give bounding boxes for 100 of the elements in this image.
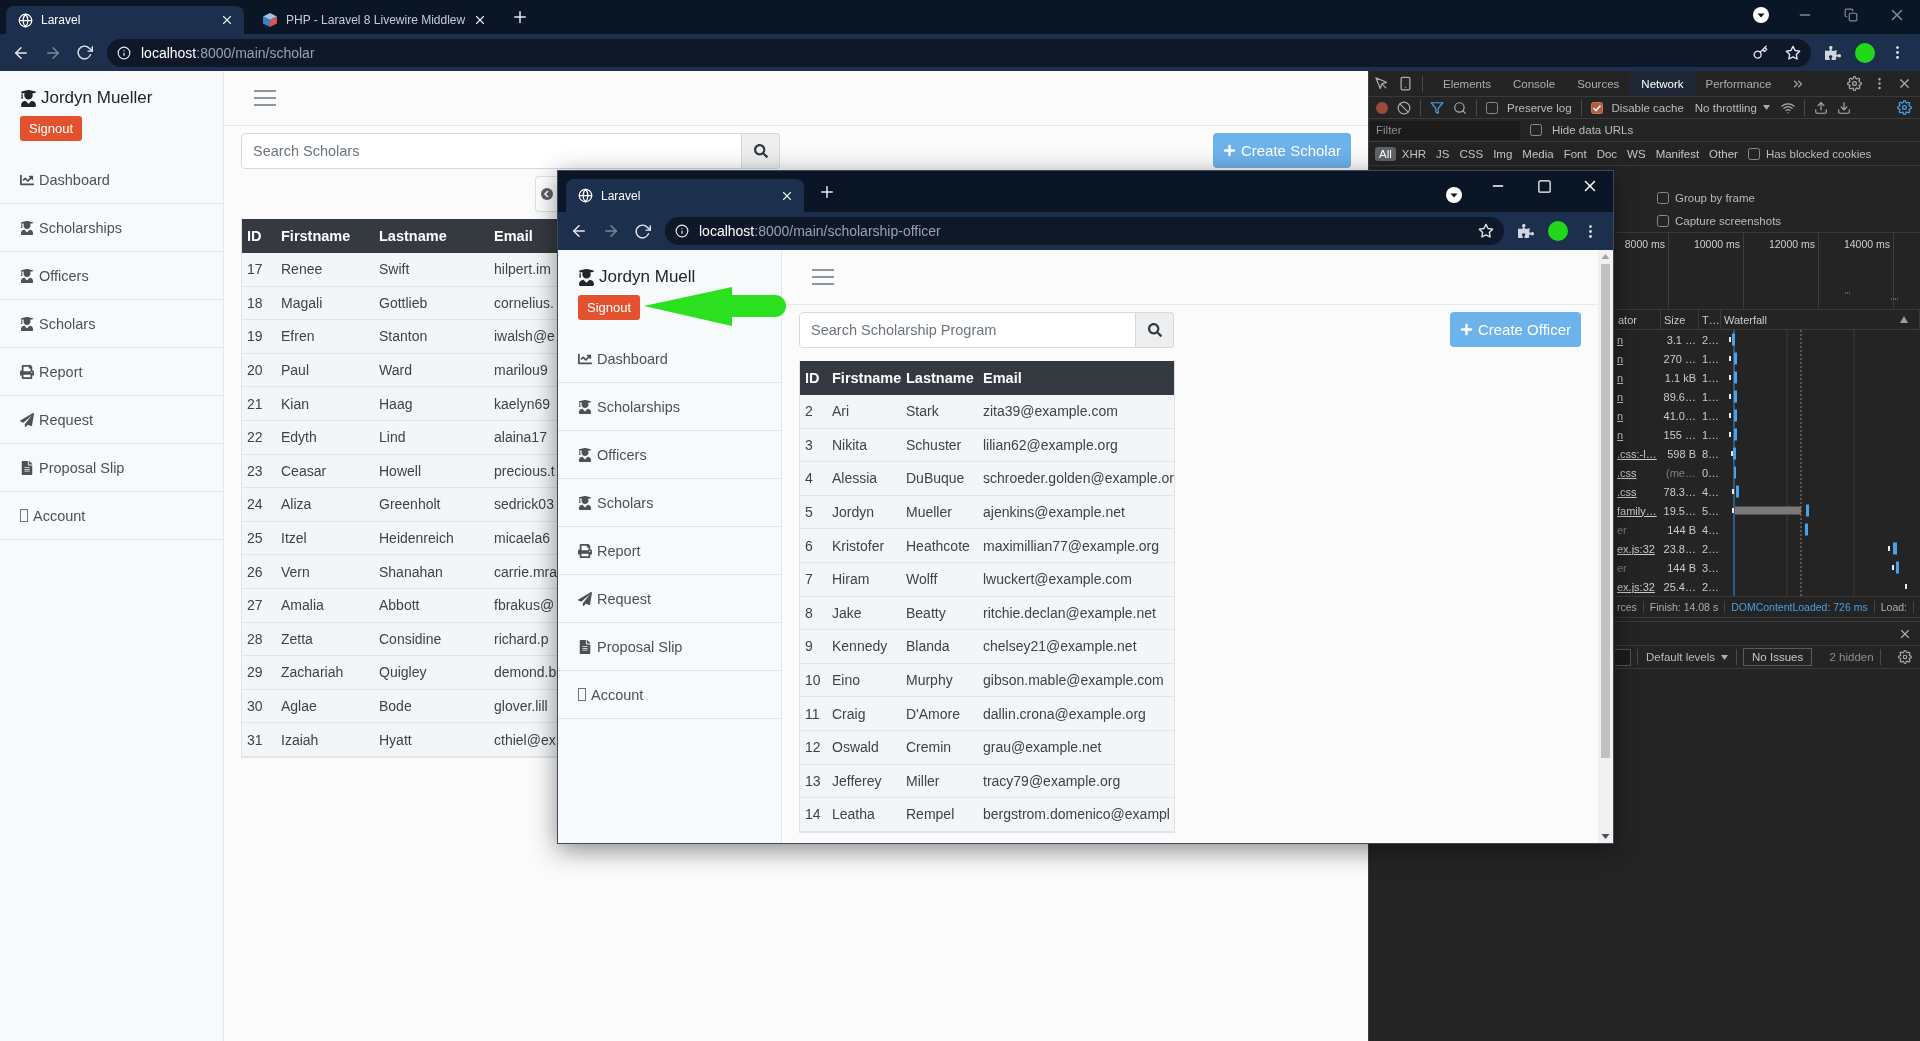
nav-link[interactable]: Scholarships	[558, 383, 781, 431]
type-filter[interactable]: Media	[1518, 146, 1558, 161]
nav-link[interactable]: Request	[558, 575, 781, 623]
checkbox[interactable]	[1530, 124, 1542, 136]
initiator-link[interactable]: n	[1617, 390, 1624, 403]
dropdown-circle-icon[interactable]	[1446, 187, 1462, 203]
nav-link[interactable]: Report	[0, 348, 223, 396]
checkbox[interactable]	[1747, 147, 1760, 160]
checkbox[interactable]	[1486, 101, 1498, 114]
type-filter[interactable]: XHR	[1397, 146, 1431, 161]
page-button[interactable]	[535, 176, 557, 212]
close-icon[interactable]	[1897, 76, 1912, 91]
filter-field[interactable]	[1615, 648, 1631, 666]
column-header[interactable]: Size	[1664, 313, 1686, 326]
type-filter[interactable]: JS	[1432, 146, 1454, 161]
initiator-link[interactable]: .css	[1617, 466, 1637, 479]
type-filter[interactable]: Manifest	[1651, 146, 1704, 161]
initiator-link[interactable]: family…	[1617, 504, 1657, 517]
throttling-dropdown[interactable]: No throttling	[1692, 101, 1772, 114]
nav-link[interactable]: Proposal Slip	[558, 623, 781, 671]
initiator-link[interactable]: n	[1617, 428, 1624, 441]
star-icon[interactable]	[1478, 223, 1494, 239]
checkbox[interactable]	[1657, 214, 1669, 227]
nav-link[interactable]: Dashboard	[0, 156, 223, 204]
reload-icon[interactable]	[76, 44, 93, 61]
devtools-tab[interactable]: Console	[1501, 71, 1567, 96]
nav-link[interactable]: Account	[558, 671, 781, 719]
type-filter[interactable]: Other	[1705, 146, 1742, 161]
signout-button[interactable]: Signout	[578, 295, 641, 320]
column-header[interactable]: ator	[1618, 313, 1637, 326]
initiator-link[interactable]: n	[1617, 409, 1624, 422]
type-filter[interactable]: CSS	[1455, 146, 1488, 161]
initiator-link[interactable]: .css:-l…	[1617, 447, 1657, 460]
devtools-tab[interactable]: Elements	[1432, 71, 1502, 96]
browser-tab[interactable]: Laravel	[6, 6, 244, 34]
back-icon[interactable]	[570, 222, 588, 240]
address-bar[interactable]: localhost:8000/main/scholar	[107, 38, 1811, 67]
reload-icon[interactable]	[634, 222, 651, 240]
download-icon[interactable]	[1836, 100, 1851, 115]
scrollbar[interactable]	[1598, 250, 1613, 843]
settings-icon[interactable]	[1898, 650, 1912, 664]
nav-link[interactable]: Dashboard	[558, 335, 781, 383]
devtools-tab[interactable]: Sources	[1566, 71, 1631, 96]
triangle-icon[interactable]	[1900, 316, 1908, 323]
funnel-icon[interactable]	[1430, 100, 1444, 115]
type-filter[interactable]: WS	[1623, 146, 1650, 161]
nav-link[interactable]: Report	[558, 527, 781, 575]
checkbox[interactable]	[1590, 101, 1603, 114]
menu-icon[interactable]	[254, 90, 276, 106]
type-filter[interactable]: All	[1375, 146, 1396, 161]
signout-button[interactable]: Signout	[20, 116, 83, 141]
issues-button[interactable]: No Issues	[1743, 648, 1813, 666]
search-field[interactable]: Search Scholars	[241, 133, 742, 169]
nav-link[interactable]: Proposal Slip	[0, 444, 223, 492]
restore-icon[interactable]	[1844, 8, 1858, 22]
dot-icon[interactable]	[1376, 101, 1388, 114]
puzzle-icon[interactable]	[1825, 44, 1841, 61]
nav-link[interactable]: Scholars	[558, 479, 781, 527]
initiator-link[interactable]: ex.js:32	[1617, 580, 1655, 593]
wifi-icon[interactable]	[1780, 100, 1795, 115]
star-icon[interactable]	[1785, 44, 1801, 61]
column-header[interactable]: Waterfall	[1724, 313, 1767, 326]
forward-icon[interactable]	[602, 222, 620, 240]
type-filter[interactable]: Doc	[1592, 146, 1622, 161]
upload-icon[interactable]	[1813, 100, 1828, 115]
initiator-link[interactable]: n	[1617, 371, 1624, 384]
settings-icon[interactable]	[1897, 100, 1912, 115]
initiator-link[interactable]: ex.js:32	[1617, 542, 1655, 555]
search-button[interactable]	[742, 133, 780, 169]
devtools-tab[interactable]: Performance	[1694, 71, 1783, 96]
nav-link[interactable]: Officers	[0, 252, 223, 300]
devtools-tab[interactable]: Network	[1630, 71, 1695, 96]
address-bar[interactable]: localhost:8000/main/scholarship-officer	[665, 217, 1504, 245]
info-icon[interactable]	[117, 45, 131, 60]
avatar-icon[interactable]	[1548, 221, 1568, 241]
levels-dropdown[interactable]: Default levels	[1644, 651, 1731, 663]
search-button[interactable]	[1136, 312, 1174, 348]
nav-link[interactable]: Request	[0, 396, 223, 444]
info-icon[interactable]	[675, 224, 689, 238]
browser-tab[interactable]: Laravel	[566, 179, 804, 212]
maximize-icon[interactable]	[1536, 178, 1552, 194]
ban-icon[interactable]	[1397, 100, 1411, 115]
phone-icon[interactable]	[1398, 76, 1413, 91]
filter-field[interactable]: Filter	[1370, 120, 1520, 140]
browser-tab[interactable]: PHP - Laravel 8 Livewire Middlew	[250, 6, 498, 34]
initiator-link[interactable]: .css	[1617, 485, 1637, 498]
cursor-icon[interactable]	[1374, 76, 1389, 91]
nav-link[interactable]: Scholars	[0, 300, 223, 348]
type-filter[interactable]: Img	[1489, 146, 1517, 161]
nav-link[interactable]: Officers	[558, 431, 781, 479]
close-icon[interactable]	[220, 13, 234, 27]
avatar-icon[interactable]	[1855, 42, 1875, 63]
settings-icon[interactable]	[1847, 76, 1862, 91]
search-icon[interactable]	[1453, 100, 1467, 115]
type-filter[interactable]: Font	[1559, 146, 1591, 161]
nav-link[interactable]: Scholarships	[0, 204, 223, 252]
dropdown-circle-icon[interactable]	[1753, 7, 1769, 23]
search-field[interactable]: Search Scholarship Program	[799, 312, 1136, 348]
key-icon[interactable]	[1753, 45, 1768, 60]
puzzle-icon[interactable]	[1518, 223, 1534, 239]
